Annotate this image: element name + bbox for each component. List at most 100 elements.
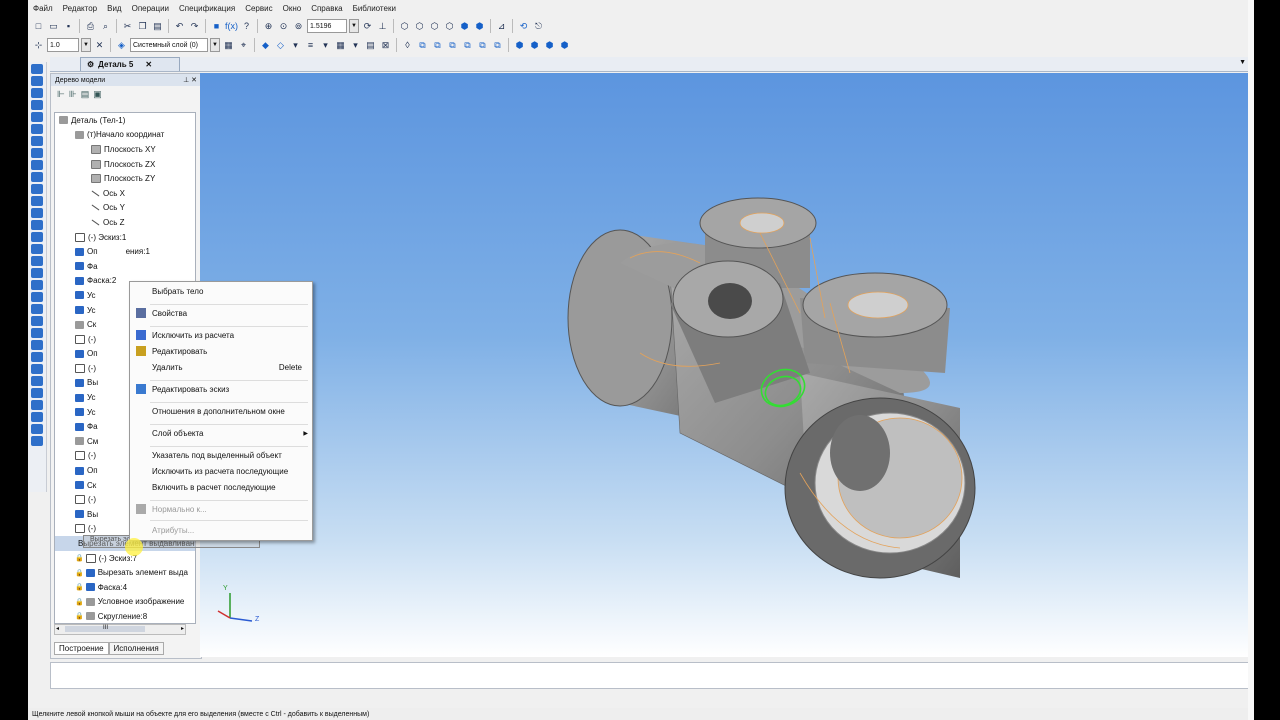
tool-icon[interactable] [31, 136, 43, 146]
tree-item[interactable]: Плоскость XY [55, 142, 195, 157]
wireframe-icon[interactable]: ⬡ [398, 20, 411, 33]
tool-icon[interactable] [31, 244, 43, 254]
menu-specification[interactable]: Спецификация [174, 4, 240, 13]
thin-hidden-lines-icon[interactable]: ⬡ [428, 20, 441, 33]
tree-item[interactable]: (-) Эскиз:1 [55, 230, 195, 245]
tree-item[interactable]: Ось X [55, 186, 195, 201]
tool-icon[interactable] [31, 388, 43, 398]
tree-item[interactable]: Фа [55, 259, 195, 274]
tree-item[interactable]: Деталь (Тел-1) [55, 113, 195, 128]
tree-list-icon[interactable]: ▤ [81, 89, 90, 100]
grid-icon[interactable]: ▦ [334, 39, 347, 52]
tree-item[interactable]: 🔒 Условное изображение [55, 595, 195, 610]
tree-horizontal-scrollbar[interactable]: III ◂ ▸ [54, 624, 186, 635]
3d-viewport[interactable]: Y Z [200, 73, 1250, 657]
rebuild-icon[interactable]: ⟲ [517, 20, 530, 33]
tree-sort-icon[interactable]: ▣ [93, 89, 102, 100]
line-scale-combo[interactable]: 1.0 [47, 38, 79, 52]
tab-menu-arrow-icon[interactable]: ▼ [1239, 59, 1246, 66]
context-menu-item[interactable]: Отношения в дополнительном окне [130, 404, 312, 418]
tab-variants[interactable]: Исполнения [108, 642, 164, 655]
tool-icon[interactable] [31, 208, 43, 218]
line-scale-arrow-icon[interactable]: ▼ [81, 38, 91, 52]
tool-icon[interactable] [31, 352, 43, 362]
menu-editor[interactable]: Редактор [58, 4, 102, 13]
tool-icon[interactable] [31, 184, 43, 194]
spec-icon[interactable]: ▤ [364, 39, 377, 52]
shaded-edges-icon[interactable]: ⬢ [473, 20, 486, 33]
tool-icon[interactable] [31, 160, 43, 170]
exit-icon[interactable]: ⎋ [532, 20, 545, 33]
print-preview-icon[interactable]: ⌕ [99, 20, 112, 33]
scroll-right-arrow-icon[interactable]: ▸ [181, 625, 184, 632]
context-menu-item[interactable]: Редактировать [130, 344, 312, 358]
close-icon[interactable]: ✕ [191, 77, 197, 84]
tool-icon[interactable] [31, 172, 43, 182]
tool-icon[interactable] [31, 328, 43, 338]
tool-icon[interactable] [31, 400, 43, 410]
tool-icon[interactable] [31, 64, 43, 74]
context-menu-item[interactable]: Свойства [130, 306, 312, 320]
zoom-combo[interactable]: 1.5196 [307, 19, 347, 33]
tool-icon[interactable] [31, 256, 43, 266]
zoom-window-icon[interactable]: ⊙ [277, 20, 290, 33]
menu-help[interactable]: Справка [306, 4, 347, 13]
paste-icon[interactable]: ▤ [151, 20, 164, 33]
tool-icon[interactable] [31, 220, 43, 230]
variables-icon[interactable]: f(x) [225, 20, 238, 33]
menu-libraries[interactable]: Библиотеки [348, 4, 401, 13]
context-menu-item[interactable]: Исключить из расчета последующие [130, 464, 312, 478]
tool-icon[interactable] [31, 340, 43, 350]
cut-icon[interactable]: ✂ [121, 20, 134, 33]
copy-icon[interactable]: ❐ [136, 20, 149, 33]
tool-icon[interactable] [31, 436, 43, 446]
menu-window[interactable]: Окно [278, 4, 307, 13]
context-menu-item[interactable]: Нормально к... [130, 502, 312, 516]
tree-order-icon[interactable]: ⊩ [57, 89, 65, 100]
orientation-icon[interactable]: ⊥ [376, 20, 389, 33]
tool-icon[interactable] [31, 280, 43, 290]
tool-icon[interactable] [31, 232, 43, 242]
tree-item[interactable]: 🔒 Скругление:8 [55, 609, 195, 623]
tree-item[interactable]: Ось Y [55, 201, 195, 216]
undo-icon[interactable]: ↶ [173, 20, 186, 33]
print-icon[interactable]: ⎙ [84, 20, 97, 33]
close-icon[interactable]: ✕ [145, 60, 152, 69]
no-hidden-lines-icon[interactable]: ⬡ [443, 20, 456, 33]
shaded-icon[interactable]: ⬢ [458, 20, 471, 33]
context-menu-item[interactable]: Включить в расчет последующие [130, 480, 312, 494]
context-menu-item[interactable]: Выбрать тело [130, 284, 312, 298]
context-menu-item[interactable]: Удалить Delete [130, 360, 312, 374]
menu-view[interactable]: Вид [102, 4, 126, 13]
redo-icon[interactable]: ↷ [188, 20, 201, 33]
grid-arrow-icon[interactable]: ▾ [349, 39, 362, 52]
view-bottom-icon[interactable]: ⧉ [461, 39, 474, 52]
tool-icon[interactable] [31, 376, 43, 386]
tool-icon[interactable] [31, 112, 43, 122]
scroll-left-arrow-icon[interactable]: ◂ [56, 625, 59, 632]
context-menu-item[interactable]: Исключить из расчета [130, 328, 312, 342]
tool-icon[interactable] [31, 364, 43, 374]
tool-icon[interactable] [31, 316, 43, 326]
filter-icon[interactable]: ◇ [274, 39, 287, 52]
tool-icon[interactable] [31, 88, 43, 98]
context-menu-item[interactable]: Атрибуты... [130, 523, 312, 537]
hidden-lines-icon[interactable]: ⬡ [413, 20, 426, 33]
view-right-icon[interactable]: ⧉ [491, 39, 504, 52]
tree-item[interactable]: Оп ения:1 [55, 244, 195, 259]
help-pointer-icon[interactable]: ? [240, 20, 253, 33]
tool-icon[interactable] [31, 148, 43, 158]
dimension-icon[interactable]: ▾ [319, 39, 332, 52]
tree-item[interactable]: Ось Z [55, 215, 195, 230]
tool-icon[interactable] [31, 424, 43, 434]
layer-list-icon[interactable]: ▦ [222, 39, 235, 52]
step-icon[interactable]: ⊹ [32, 39, 45, 52]
view-top-icon[interactable]: ⧉ [446, 39, 459, 52]
document-tab[interactable]: ⚙ Деталь 5 ✕ [80, 57, 180, 71]
measure-icon[interactable]: ≡ [304, 39, 317, 52]
style-icon[interactable]: ▾ [289, 39, 302, 52]
tool-icon[interactable] [31, 124, 43, 134]
context-menu-item[interactable]: Указатель под выделенный объект [130, 448, 312, 462]
open-folder-icon[interactable]: ▭ [47, 20, 60, 33]
context-menu-item[interactable]: Редактировать эскиз [130, 382, 312, 396]
